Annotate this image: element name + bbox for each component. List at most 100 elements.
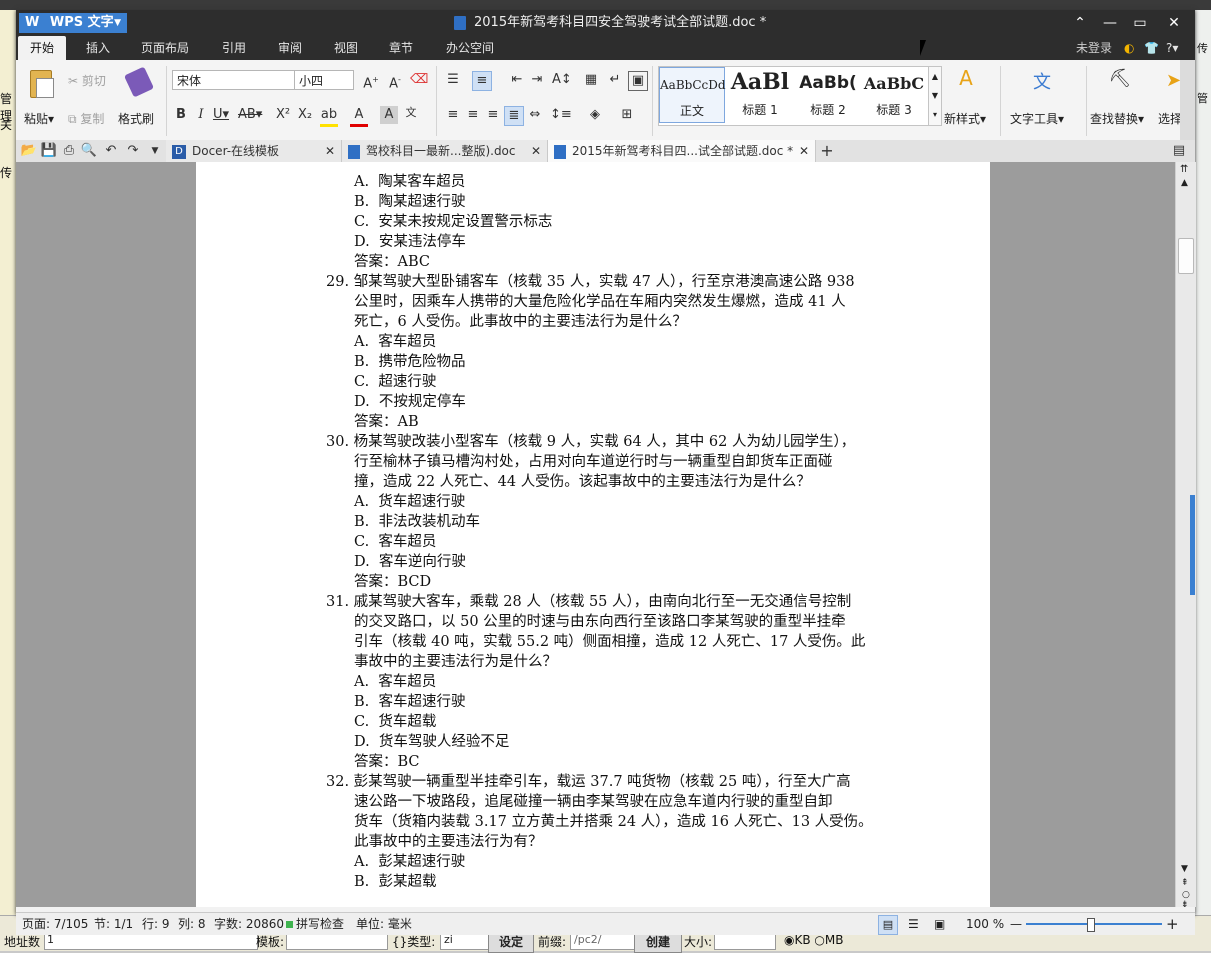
font-size-select[interactable]: 小四 [294, 70, 354, 90]
text-tools-icon[interactable]: 文 [1030, 68, 1054, 93]
find-replace-button[interactable]: 查找替换▾ [1090, 110, 1144, 127]
scroll-up-arrow[interactable]: ▲ [1181, 178, 1188, 188]
scroll-down-arrow[interactable]: ▼ [1181, 864, 1188, 874]
maximize-button[interactable]: ▭ [1123, 10, 1157, 36]
phonetic-guide-icon[interactable]: 文 [402, 104, 420, 122]
underline-icon[interactable]: U▾ [212, 106, 230, 124]
format-painter-icon[interactable] [123, 66, 155, 98]
style-heading-3[interactable]: AaBbC 标题 3 [861, 67, 927, 123]
show-marks-icon[interactable]: ↵ [606, 71, 624, 89]
tab-driving-school-doc[interactable]: 驾校科目一最新...整版).doc ✕ [342, 140, 548, 162]
document-page[interactable]: A. 陶某客车超员 B. 陶某超速行驶 C. 安某未按规定设置警示标志 D. 安某违法… [196, 162, 990, 907]
help-button[interactable]: ?▾ [1166, 36, 1178, 60]
cut-button[interactable]: ✂ 剪切 [68, 72, 106, 89]
increase-indent-icon[interactable]: ⇥ [528, 71, 546, 89]
grow-font-icon[interactable]: A+ [362, 71, 380, 91]
status-unit[interactable]: 单位: 毫米 [356, 913, 412, 935]
italic-icon[interactable]: I [192, 106, 210, 124]
new-style-icon[interactable]: A [954, 66, 978, 90]
print-preview-icon[interactable]: 🔍 [80, 142, 98, 160]
spell-check-toggle[interactable]: 拼写检查 [286, 913, 344, 935]
menu-review[interactable]: 审阅 [278, 36, 302, 60]
wps-app-menu-button[interactable]: W WPS 文字 ▼ [19, 13, 127, 33]
collapse-ribbon-icon[interactable]: ⌃ [1063, 10, 1097, 36]
close-tab-icon[interactable]: ✕ [531, 140, 541, 162]
align-left-icon[interactable]: ≡ [444, 106, 462, 124]
zoom-in-icon[interactable]: + [1166, 913, 1179, 935]
menu-insert[interactable]: 插入 [86, 36, 110, 60]
numbering-icon[interactable]: ≡ [472, 71, 492, 91]
menu-office-space[interactable]: 办公空间 [446, 36, 494, 60]
line-spacing-icon[interactable]: ↕≡ [550, 106, 572, 124]
zoom-slider-thumb[interactable] [1087, 918, 1095, 932]
style-heading-2[interactable]: AaBb( 标题 2 [795, 67, 861, 123]
select-button[interactable]: 选择 [1158, 110, 1182, 127]
redo-icon[interactable]: ↷ [124, 142, 142, 160]
skin-icon[interactable]: ◐ [1124, 36, 1134, 60]
paste-button[interactable]: 粘贴▾ [24, 110, 54, 127]
copy-button[interactable]: ⧉ 复制 [68, 110, 104, 127]
shrink-font-icon[interactable]: A- [386, 71, 404, 91]
borders-icon[interactable]: ⊞ [618, 106, 636, 124]
shirt-icon[interactable]: 👕 [1144, 36, 1159, 60]
style-gallery-scroll[interactable]: ▲ ▼ ▾ [928, 66, 942, 126]
menu-page-layout[interactable]: 页面布局 [141, 36, 189, 60]
web-view-icon[interactable]: ▣ [934, 913, 945, 935]
menu-home[interactable]: 开始 [18, 36, 67, 60]
sort-icon[interactable]: A↕ [552, 71, 572, 89]
zoom-level[interactable]: 100 % [966, 913, 1004, 935]
clear-format-icon[interactable]: ⌫ [410, 71, 428, 89]
bg-kb-radio[interactable]: ◉KB ○MB [784, 933, 843, 947]
text-tools-button[interactable]: 文字工具▾ [1010, 110, 1064, 127]
highlight-icon[interactable]: ab [320, 106, 338, 127]
page-view-icon[interactable]: ▤ [878, 915, 898, 935]
prev-page-icon[interactable]: ⇞ [1181, 878, 1189, 888]
subscript-icon[interactable]: X₂ [296, 106, 314, 124]
scroll-thumb[interactable] [1178, 238, 1194, 274]
table-grid-icon[interactable]: ▦ [582, 71, 600, 89]
tab-exam-doc-active[interactable]: 2015年新驾考科目四...试全部试题.doc * ✕ [548, 140, 816, 162]
text-box-icon[interactable]: ▣ [628, 71, 648, 91]
shading-icon[interactable]: ◈ [586, 106, 604, 124]
minimize-button[interactable]: — [1093, 10, 1127, 36]
menu-chapter[interactable]: 章节 [389, 36, 413, 60]
browse-object-icon[interactable]: ○ [1182, 890, 1190, 900]
style-normal[interactable]: AaBbCcDd 正文 [659, 67, 726, 123]
tab-list-icon[interactable]: ▤ [1170, 142, 1188, 160]
close-tab-icon[interactable]: ✕ [325, 140, 335, 162]
status-page[interactable]: 页面: 7/105 [22, 913, 88, 935]
new-style-button[interactable]: 新样式▾ [944, 110, 986, 127]
menu-references[interactable]: 引用 [222, 36, 246, 60]
char-shading-icon[interactable]: A [380, 106, 398, 124]
zoom-out-icon[interactable]: — [1010, 913, 1022, 935]
decrease-indent-icon[interactable]: ⇤ [508, 71, 526, 89]
bullets-icon[interactable]: ☰ [444, 71, 462, 89]
font-color-icon[interactable]: A [350, 106, 368, 127]
bold-icon[interactable]: B [172, 106, 190, 124]
save-icon[interactable]: 💾 [40, 142, 58, 160]
ribbon-scroll-right[interactable] [1180, 60, 1195, 140]
superscript-icon[interactable]: X² [274, 106, 292, 124]
format-painter-button[interactable]: 格式刷 [118, 110, 154, 127]
style-heading-1[interactable]: AaBl 标题 1 [725, 67, 795, 123]
align-right-icon[interactable]: ≡ [484, 106, 502, 124]
next-page-icon[interactable]: ⇟ [1181, 900, 1189, 910]
close-tab-icon[interactable]: ✕ [799, 140, 809, 162]
tab-docer-templates[interactable]: D Docer-在线模板 ✕ [166, 140, 342, 162]
distribute-icon[interactable]: ⇔ [526, 106, 544, 124]
menu-view[interactable]: 视图 [334, 36, 358, 60]
align-center-icon[interactable]: ≡ [464, 106, 482, 124]
new-tab-icon[interactable]: + [818, 142, 836, 160]
close-button[interactable]: ✕ [1157, 10, 1191, 36]
side-panel-handle[interactable] [1190, 495, 1195, 595]
login-status[interactable]: 未登录 [1076, 36, 1112, 60]
quick-access-dropdown-icon[interactable]: ▼ [146, 142, 164, 160]
status-words[interactable]: 字数: 20860 [214, 913, 284, 935]
print-icon[interactable]: ⎙ [60, 142, 78, 160]
outline-view-icon[interactable]: ☰ [908, 913, 919, 935]
justify-icon[interactable]: ≣ [504, 106, 524, 126]
paste-icon[interactable] [26, 68, 56, 98]
scroll-top-icon[interactable]: ⇈ [1180, 164, 1188, 175]
open-folder-icon[interactable]: 📂 [20, 142, 38, 160]
font-name-select[interactable]: 宋体 [172, 70, 296, 90]
